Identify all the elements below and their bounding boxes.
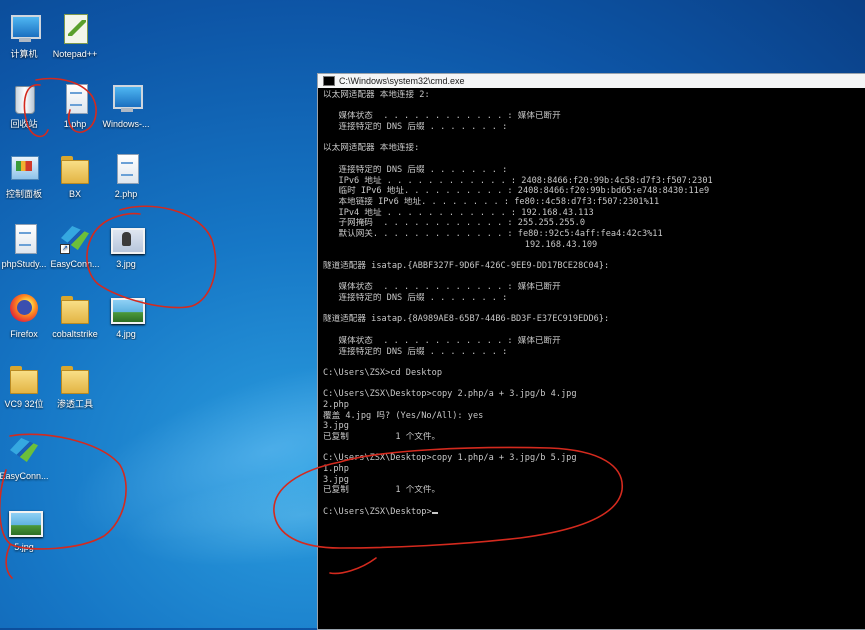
- icon-label: EasyConn...: [0, 471, 49, 481]
- console-line: 本地链接 IPv6 地址. . . . . . . . : fe80::4c58…: [323, 196, 660, 207]
- icon-label: 渗透工具: [56, 399, 93, 409]
- shortcut-arrow-icon: ↗: [60, 244, 70, 254]
- console-line: 隧道适配器 isatap.{ABBF327F-9D6F-426C-9EE9-DD…: [323, 261, 610, 271]
- document-icon: [7, 222, 41, 256]
- icon-label: 4.jpg: [116, 329, 136, 339]
- console-line: 媒体状态 . . . . . . . . . . . . : 媒体已断开: [323, 111, 561, 122]
- document-icon: [109, 152, 143, 186]
- folder-icon: [7, 362, 41, 396]
- easyconnect-icon: [7, 434, 41, 468]
- icon-label: 5.jpg: [14, 542, 34, 552]
- recycle-bin-icon: [7, 82, 41, 116]
- console-icon: [323, 76, 335, 86]
- folder-icon: [58, 362, 92, 396]
- icon-label: Windows-...: [102, 119, 150, 129]
- console-line: IPv4 地址 . . . . . . . . . . . . : 192.16…: [323, 207, 594, 218]
- image-icon: [7, 505, 43, 539]
- console-line: 隧道适配器 isatap.{8A989AE8-65B7-44B6-BD3F-E3…: [323, 314, 610, 325]
- console-line: 已复制 1 个文件。: [323, 432, 441, 442]
- computer-icon: [7, 12, 41, 46]
- console-line: 以太网适配器 本地连接:: [323, 143, 420, 154]
- console-line: 以太网适配器 本地连接 2:: [323, 90, 430, 100]
- easyconnect-icon: ↗: [58, 222, 92, 256]
- document-icon: [58, 82, 92, 116]
- console-line: C:\Users\ZSX\Desktop>copy 1.php/a + 3.jp…: [323, 453, 577, 464]
- desktop-icon-4jpg[interactable]: 4.jpg: [91, 292, 161, 340]
- desktop-icon-windows[interactable]: Windows-...: [91, 82, 161, 130]
- console-line: 连接特定的 DNS 后缀 . . . . . . . :: [323, 346, 508, 357]
- cmd-window[interactable]: C:\Windows\system32\cmd.exe 以太网适配器 本地连接 …: [317, 73, 865, 630]
- cmd-title: C:\Windows\system32\cmd.exe: [339, 76, 465, 86]
- console-line: IPv6 地址 . . . . . . . . . . . . : 2408:8…: [323, 175, 713, 186]
- text-cursor: [431, 511, 438, 514]
- console-line: 媒体状态 . . . . . . . . . . . . : 媒体已断开: [323, 282, 561, 293]
- console-line: 连接特定的 DNS 后缀 . . . . . . . :: [323, 293, 508, 304]
- image-icon: [109, 222, 145, 256]
- console-line: 连接特定的 DNS 后缀 . . . . . . . :: [323, 122, 508, 133]
- desktop-icon-notepadpp[interactable]: Notepad++: [40, 12, 110, 60]
- cmd-output[interactable]: 以太网适配器 本地连接 2: 媒体状态 . . . . . . . . . . …: [318, 88, 865, 518]
- folder-icon: [58, 152, 92, 186]
- console-line: 2.php: [323, 399, 349, 410]
- icon-label: 2.php: [114, 189, 138, 199]
- console-line: C:\Users\ZSX\Desktop>: [323, 507, 862, 518]
- icon-label: Notepad++: [52, 49, 98, 59]
- desktop-icon-shentou[interactable]: 渗透工具: [40, 362, 110, 410]
- folder-icon: [58, 292, 92, 326]
- console-line: 覆盖 4.jpg 吗? (Yes/No/All): yes: [323, 410, 484, 421]
- console-line: 媒体状态 . . . . . . . . . . . . : 媒体已断开: [323, 335, 561, 346]
- window-icon: [109, 82, 143, 116]
- console-line: 子网掩码 . . . . . . . . . . . . : 255.255.2…: [323, 218, 586, 229]
- desktop-icon-easyconnect-2[interactable]: EasyConn...: [0, 434, 59, 482]
- firefox-icon: [7, 292, 41, 326]
- console-line: C:\Users\ZSX\Desktop>copy 2.php/a + 3.jp…: [323, 389, 577, 400]
- console-line: 3.jpg: [323, 421, 349, 432]
- control-panel-icon: [7, 152, 41, 186]
- console-line: 192.168.43.109: [323, 239, 598, 250]
- console-line: 1.php: [323, 464, 349, 475]
- notepad-icon: [58, 12, 92, 46]
- console-line: 3.jpg: [323, 474, 349, 485]
- desktop-icon-5jpg[interactable]: 5.jpg: [0, 505, 59, 553]
- desktop-icon-3jpg[interactable]: 3.jpg: [91, 222, 161, 270]
- console-line: C:\Users\ZSX>cd Desktop: [323, 367, 442, 378]
- cmd-titlebar[interactable]: C:\Windows\system32\cmd.exe: [318, 74, 865, 88]
- image-icon: [109, 292, 145, 326]
- console-line: 临时 IPv6 地址. . . . . . . . . . : 2408:846…: [323, 186, 710, 197]
- console-line: 连接特定的 DNS 后缀 . . . . . . . :: [323, 164, 508, 175]
- icon-label: 3.jpg: [116, 259, 136, 269]
- desktop-icon-2php[interactable]: 2.php: [91, 152, 161, 200]
- console-line: 已复制 1 个文件。: [323, 485, 441, 496]
- console-line: 默认网关. . . . . . . . . . . . . : fe80::92…: [323, 228, 663, 239]
